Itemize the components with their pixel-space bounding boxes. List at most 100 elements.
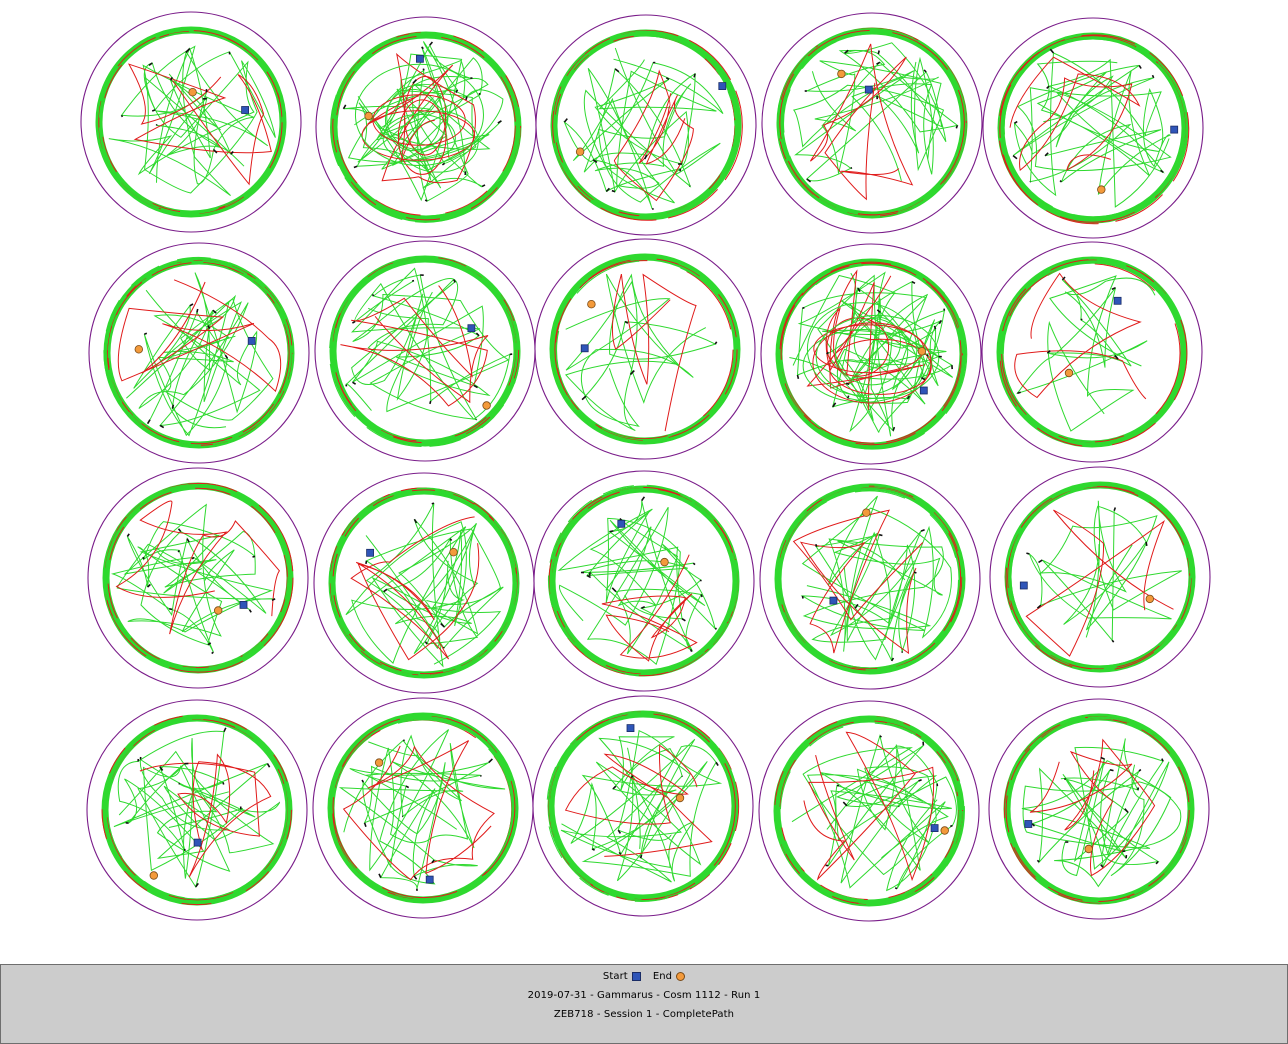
stop-segment	[429, 400, 432, 405]
stop-segment	[465, 96, 468, 101]
movement-path	[1028, 505, 1182, 642]
movement-path	[594, 47, 721, 203]
blue-square-icon	[631, 971, 641, 981]
stop-segment	[144, 332, 148, 335]
stop-segment	[1160, 169, 1164, 174]
end-marker	[862, 508, 871, 517]
movement-path	[338, 734, 489, 889]
movement-path	[345, 521, 502, 665]
stop-segment	[211, 651, 214, 655]
stop-segment	[1017, 391, 1021, 395]
movement-path	[565, 273, 717, 432]
stop-segment	[611, 189, 616, 193]
arena-r1c4	[761, 12, 983, 234]
stop-segment	[892, 426, 896, 431]
stop-segment	[378, 873, 382, 878]
arena-r4c2	[312, 697, 534, 919]
stop-segment	[464, 171, 467, 176]
stop-segment	[681, 618, 686, 622]
stop-segment	[169, 608, 173, 611]
stop-segment	[611, 587, 617, 593]
stop-segment	[1113, 507, 1117, 512]
stop-segment	[224, 354, 229, 359]
stop-segment	[142, 556, 145, 560]
stop-segment	[879, 735, 882, 738]
orange-circle-icon	[676, 971, 686, 981]
start-marker	[425, 875, 434, 884]
end-marker	[837, 69, 846, 79]
stop-segment	[1138, 768, 1142, 772]
arena-grid	[80, 11, 1211, 922]
start-marker	[1170, 125, 1179, 134]
end-marker	[660, 557, 669, 567]
end-marker	[213, 606, 223, 615]
stop-segment	[612, 785, 617, 790]
arena-outer-ring	[315, 16, 537, 238]
stop-segment	[169, 76, 173, 81]
arena-r4c3	[532, 695, 754, 917]
arena-r3c2	[313, 472, 535, 694]
end-marker	[1097, 185, 1106, 194]
stop-segment	[1049, 48, 1055, 54]
arena-outer-ring	[80, 11, 302, 233]
stop-segment	[252, 555, 256, 558]
stop-segment	[151, 109, 156, 112]
start-marker	[467, 324, 476, 333]
stop-segment	[497, 120, 502, 124]
fast-movement-path	[792, 509, 924, 655]
movement-path	[802, 495, 944, 652]
end-label: End	[652, 970, 673, 982]
end-marker	[364, 111, 373, 121]
movement-path	[345, 267, 511, 420]
arena-outer-ring	[535, 14, 757, 236]
end-marker	[575, 147, 585, 156]
arena-r3c5	[989, 466, 1211, 688]
end-marker	[940, 826, 949, 835]
stop-segment	[920, 528, 925, 532]
start-marker	[247, 336, 256, 345]
stop-segment	[266, 763, 271, 768]
arena-outer-ring	[534, 238, 756, 460]
stop-segment	[481, 184, 486, 188]
end-marker	[1064, 368, 1074, 378]
stop-segment	[879, 533, 883, 537]
stop-segment	[155, 123, 158, 126]
stop-segment	[1145, 541, 1148, 547]
stop-segment	[692, 562, 696, 566]
stop-segment	[588, 572, 591, 576]
movement-path	[580, 273, 707, 427]
stop-segment	[424, 641, 428, 645]
arena-r3c4	[759, 468, 981, 690]
stop-segment	[1138, 64, 1142, 69]
stop-segment	[196, 308, 199, 313]
stop-segment	[846, 395, 850, 399]
stop-segment	[714, 341, 718, 345]
arena-outer-ring	[314, 240, 536, 462]
stop-segment	[488, 758, 493, 764]
arena-r1c2	[315, 16, 537, 238]
stop-segment	[431, 502, 435, 505]
movement-path	[800, 507, 952, 662]
stop-segment	[413, 518, 418, 524]
start-marker	[1019, 581, 1028, 590]
stop-segment	[429, 41, 434, 46]
experiment-title: 2019-07-31 - Gammarus - Cosm 1112 - Run …	[527, 990, 761, 1001]
wall-track	[102, 482, 294, 674]
stop-segment	[796, 374, 800, 379]
arena-r2c2	[314, 240, 536, 462]
start-marker	[193, 838, 202, 847]
arena-r2c1	[88, 242, 310, 464]
stop-segment	[223, 727, 227, 733]
fast-movement-path	[342, 740, 495, 881]
stop-segment	[1064, 777, 1067, 781]
stop-segment	[1059, 180, 1062, 183]
stop-segment	[1109, 769, 1114, 772]
end-marker	[482, 401, 491, 410]
end-marker	[149, 871, 158, 880]
start-label: Start	[602, 970, 628, 982]
stop-segment	[159, 424, 165, 429]
stop-segment	[222, 782, 225, 785]
stop-segment	[1080, 318, 1083, 321]
stop-segment	[693, 73, 696, 78]
start-marker	[919, 386, 928, 395]
